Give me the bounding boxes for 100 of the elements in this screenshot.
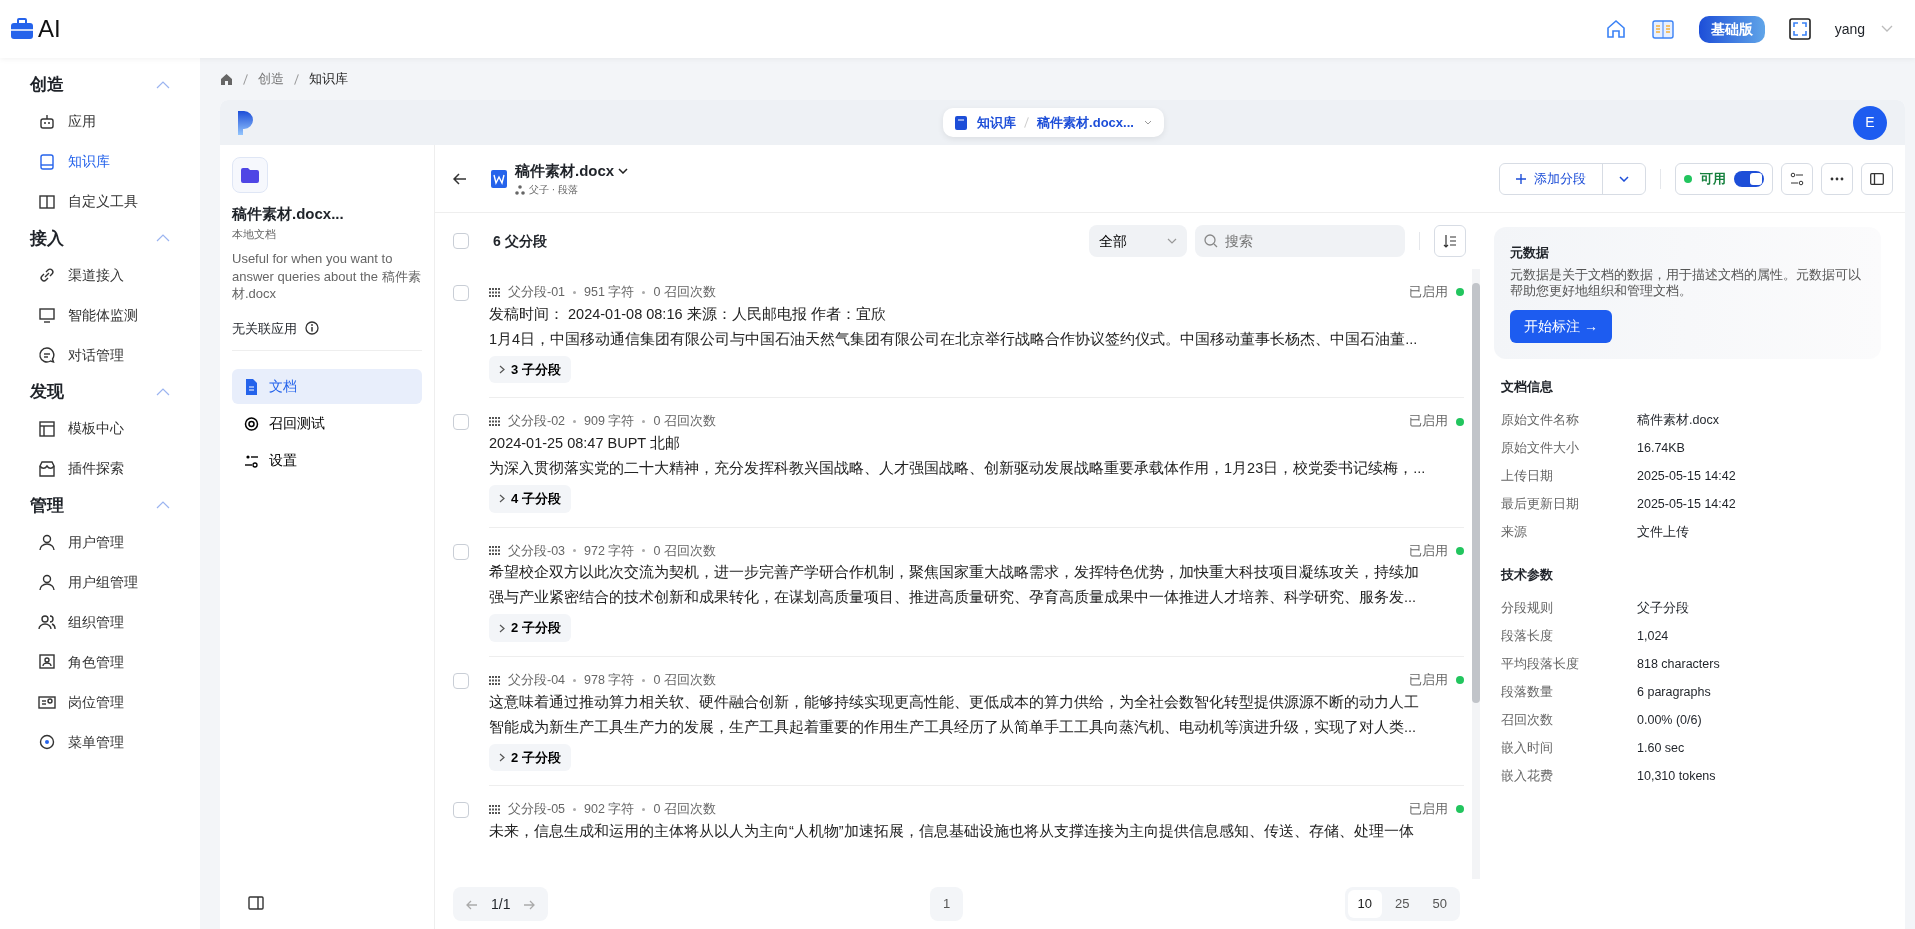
chevron-right-icon: [499, 494, 505, 504]
pill-label[interactable]: 知识库: [977, 112, 1017, 133]
sort-button[interactable]: [1434, 225, 1466, 257]
link-icon: [38, 266, 56, 284]
pill-document[interactable]: 稿件素材.docx...: [1037, 112, 1134, 133]
search-field[interactable]: 搜索: [1195, 225, 1405, 257]
filter-select[interactable]: 全部: [1089, 225, 1187, 257]
badge-icon: [38, 693, 56, 711]
chevron-up-icon[interactable]: [156, 501, 170, 510]
users-icon: [38, 613, 56, 631]
page-size-option[interactable]: 25: [1385, 890, 1420, 918]
sidebar-item[interactable]: 模板中心: [0, 408, 200, 449]
start-annotation-button[interactable]: 开始标注 →: [1510, 310, 1612, 344]
scrollbar[interactable]: [1472, 269, 1480, 879]
sidebar-item[interactable]: 组织管理: [0, 602, 200, 642]
chevron-up-icon[interactable]: [156, 387, 170, 396]
info-label: 嵌入花费: [1501, 767, 1554, 785]
sidebar-item[interactable]: 角色管理: [0, 642, 200, 682]
info-label: 召回次数: [1501, 711, 1554, 729]
info-label: 平均段落长度: [1501, 655, 1580, 673]
segment-checkbox[interactable]: [453, 543, 469, 560]
breadcrumb-item[interactable]: 创造: [258, 69, 284, 89]
sliders-icon: [1790, 171, 1804, 186]
info-value: 文件上传: [1637, 524, 1689, 542]
sidebar-toggle-button[interactable]: [1861, 162, 1893, 195]
arrow-right-icon: [523, 899, 536, 910]
edition-button[interactable]: 基础版: [1698, 15, 1765, 43]
breadcrumb-pill[interactable]: 知识库 稿件素材.docx...: [943, 107, 1164, 138]
page-size-option[interactable]: 50: [1422, 890, 1457, 918]
search-icon: [1204, 234, 1218, 248]
chevron-down-icon[interactable]: [618, 168, 629, 174]
book-icon[interactable]: [1650, 18, 1675, 40]
plus-icon: [1516, 173, 1526, 184]
fullscreen-icon[interactable]: [1788, 18, 1811, 40]
chat-icon: [38, 346, 56, 364]
select-all-checkbox[interactable]: [453, 233, 469, 249]
sidebar-item[interactable]: 用户组管理: [0, 562, 200, 602]
segment-char-count: 909 字符: [584, 413, 635, 431]
chevron-up-icon[interactable]: [156, 80, 170, 89]
info-label: 来源: [1501, 524, 1528, 542]
sidebar-item[interactable]: 自定义工具: [0, 181, 200, 222]
nav-item[interactable]: 设置: [232, 443, 422, 479]
home-icon[interactable]: [1604, 18, 1627, 40]
settings-button[interactable]: [1781, 162, 1813, 195]
info-value: 稿件素材.docx: [1637, 412, 1719, 430]
layout-icon: [38, 419, 56, 438]
section-title: 技术参数: [1501, 565, 1554, 584]
segment-checkbox[interactable]: [453, 285, 469, 301]
book-icon: [38, 152, 56, 171]
child-segments-button[interactable]: 2 子分段: [489, 743, 571, 771]
segment-recall-count: 0 召回次数: [653, 542, 716, 560]
info-value: 0.00% (0/6): [1637, 711, 1702, 729]
sidebar-item[interactable]: 知识库: [0, 141, 200, 182]
panel-toggle-icon[interactable]: [248, 896, 264, 911]
chevron-down-icon[interactable]: [1619, 175, 1629, 182]
segment-checkbox[interactable]: [453, 414, 469, 431]
child-segments-button[interactable]: 2 子分段: [489, 614, 571, 642]
more-button[interactable]: [1821, 162, 1853, 195]
info-label: 最后更新日期: [1501, 496, 1580, 514]
segment-status: 已启用: [1409, 801, 1448, 818]
home-icon[interactable]: [220, 72, 233, 86]
nav-item[interactable]: 召回测试: [232, 406, 422, 442]
group-title: 接入: [30, 227, 64, 250]
sidebar-item[interactable]: 用户管理: [0, 522, 200, 562]
child-segments-button[interactable]: 3 子分段: [489, 355, 571, 384]
sidebar-item[interactable]: 智能体监测: [0, 295, 200, 335]
sidebar-item[interactable]: 应用: [0, 101, 200, 142]
info-value: 818 characters: [1637, 655, 1720, 673]
sidebar-item[interactable]: 插件探索: [0, 448, 200, 489]
chevron-up-icon[interactable]: [156, 234, 170, 243]
info-label: 上传日期: [1501, 468, 1554, 486]
segment-checkbox[interactable]: [453, 802, 469, 818]
segment-checkbox[interactable]: [453, 672, 469, 689]
status-toggle[interactable]: 可用: [1675, 162, 1773, 195]
document-icon: [244, 378, 259, 395]
add-segment-label: 添加分段: [1534, 169, 1586, 188]
sidebar-item[interactable]: 菜单管理: [0, 722, 200, 762]
more-icon: [1830, 176, 1844, 181]
nav-item[interactable]: 文档: [232, 369, 422, 405]
segment-count: 6 父分段: [493, 231, 547, 251]
child-segments-button[interactable]: 4 子分段: [489, 485, 571, 513]
segment-char-count: 972 字符: [584, 542, 635, 560]
add-segment-split-button[interactable]: 添加分段: [1499, 162, 1646, 195]
metadata-title: 元数据: [1510, 244, 1550, 262]
page-size-option[interactable]: 10: [1347, 890, 1383, 918]
avatar[interactable]: E: [1853, 105, 1887, 140]
store-icon: [38, 459, 56, 478]
section-title: 文档信息: [1501, 378, 1554, 397]
segment-recall-count: 0 召回次数: [653, 671, 716, 689]
user-name[interactable]: yang: [1834, 18, 1865, 40]
sidebar-item[interactable]: 渠道接入: [0, 255, 200, 295]
document-source: 本地文档: [232, 226, 277, 242]
panel-icon: [1870, 172, 1884, 185]
segment-text-line: 希望校企双方以此次交流为契机，进一步完善产学研合作机制，聚焦国家重大战略需求，发挥特色优势，加快重大科技项目凝练攻关，持续加: [489, 563, 1420, 583]
back-arrow-icon[interactable]: [453, 172, 467, 185]
segment-id: 父分段-01: [508, 284, 566, 301]
sidebar-item[interactable]: 对话管理: [0, 335, 200, 375]
segment-text-line: 这意味着通过推动算力相关软、硬件融合创新，能够持续实现更高性能、更低成本的算力供给，为全社会数智化转型提供源源不断的动力人工: [489, 692, 1420, 712]
sidebar-item[interactable]: 岗位管理: [0, 682, 200, 722]
chevron-right-icon: [499, 752, 505, 762]
